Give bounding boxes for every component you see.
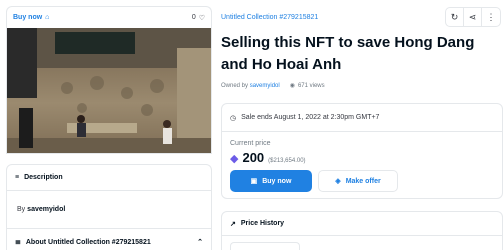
share-icon[interactable]: ⋖ (464, 8, 482, 26)
price-row: ◆ 200 ($213,654.00) (230, 150, 494, 165)
description-icon: ≡ (15, 174, 20, 181)
buy-now-tag-label: Buy now (13, 14, 43, 21)
heart-icon[interactable]: ♡ (199, 14, 205, 22)
collection-row: Untitled Collection #279215821 ↻ ⋖ ⋮ (221, 6, 503, 28)
about-label: About Untitled Collection #279215821 (25, 238, 151, 246)
make-offer-label: Make offer (345, 177, 381, 185)
owned-by: Owned by savemyidol (221, 83, 280, 89)
eye-icon: ◉ (289, 83, 295, 89)
history-period-select[interactable] (230, 242, 300, 250)
collection-link[interactable]: Untitled Collection #279215821 (221, 14, 318, 21)
tag-icon: ⌂ (45, 14, 50, 21)
price-history-label: Price History (240, 220, 285, 227)
favorites-count: 0 (191, 14, 196, 21)
current-price-label: Current price (230, 140, 271, 147)
buy-now-label: Buy now (262, 177, 292, 185)
creator-link[interactable]: savemyidol (27, 206, 65, 213)
more-icon[interactable]: ⋮ (482, 8, 500, 26)
owner-link[interactable]: savemyidol (250, 83, 280, 89)
price-usd: ($213,654.00) (268, 158, 306, 164)
trend-icon: ↗ (230, 220, 236, 228)
about-icon: ≣ (15, 239, 21, 246)
about-collection-header[interactable]: ≣ About Untitled Collection #279215821 ⌃ (7, 229, 211, 250)
nft-left-column: Buy now ⌂ 0 ♡ ≡ Description By savemyido… (6, 6, 212, 250)
nft-right-column: Untitled Collection #279215821 ↻ ⋖ ⋮ Sel… (221, 6, 503, 250)
description-header[interactable]: ≡ Description (7, 165, 211, 191)
nft-title: Selling this NFT to save Hong Dang and H… (221, 34, 475, 73)
buy-now-button[interactable]: ▣ Buy now (230, 170, 312, 192)
owned-by-prefix: Owned by (221, 82, 249, 89)
owner-row: Owned by savemyidol ◉ 671 views (221, 82, 503, 90)
refresh-icon[interactable]: ↻ (446, 8, 464, 26)
action-buttons: ↻ ⋖ ⋮ (445, 7, 501, 27)
chevron-up-icon[interactable]: ⌃ (197, 238, 203, 246)
sale-buttons: ▣ Buy now ◈ Make offer (230, 170, 494, 192)
nft-image[interactable] (6, 28, 212, 154)
ethereum-icon: ◆ (230, 153, 239, 165)
sale-body: Current price ◆ 200 ($213,654.00) ▣ Buy … (222, 132, 502, 198)
favorite-control[interactable]: 0 ♡ (192, 14, 205, 22)
sale-box: ◷ Sale ends August 1, 2022 at 2:30pm GMT… (221, 103, 503, 199)
description-label: Description (24, 174, 63, 181)
image-card-header: Buy now ⌂ 0 ♡ (6, 6, 212, 28)
sale-ends-text: Sale ends August 1, 2022 at 2:30pm GMT+7 (241, 114, 380, 121)
price-value: 200 (242, 150, 265, 165)
wallet-icon: ▣ (250, 178, 258, 185)
description-panel: ≡ Description By savemyidol ≣ About Unti… (6, 164, 212, 250)
buy-now-tag: Buy now ⌂ (13, 14, 49, 21)
sale-header: ◷ Sale ends August 1, 2022 at 2:30pm GMT… (222, 104, 502, 132)
description-body: By savemyidol (7, 191, 211, 229)
nft-photo (7, 28, 211, 153)
views-count: ◉ 671 views (289, 82, 325, 90)
views-label: 671 views (297, 82, 325, 89)
price-history-panel: ↗ Price History (221, 211, 503, 250)
price-history-header[interactable]: ↗ Price History (222, 212, 502, 236)
offer-tag-icon: ◈ (335, 178, 341, 185)
make-offer-button[interactable]: ◈ Make offer (318, 170, 398, 192)
clock-icon: ◷ (230, 114, 237, 122)
by-prefix: By (17, 206, 26, 213)
